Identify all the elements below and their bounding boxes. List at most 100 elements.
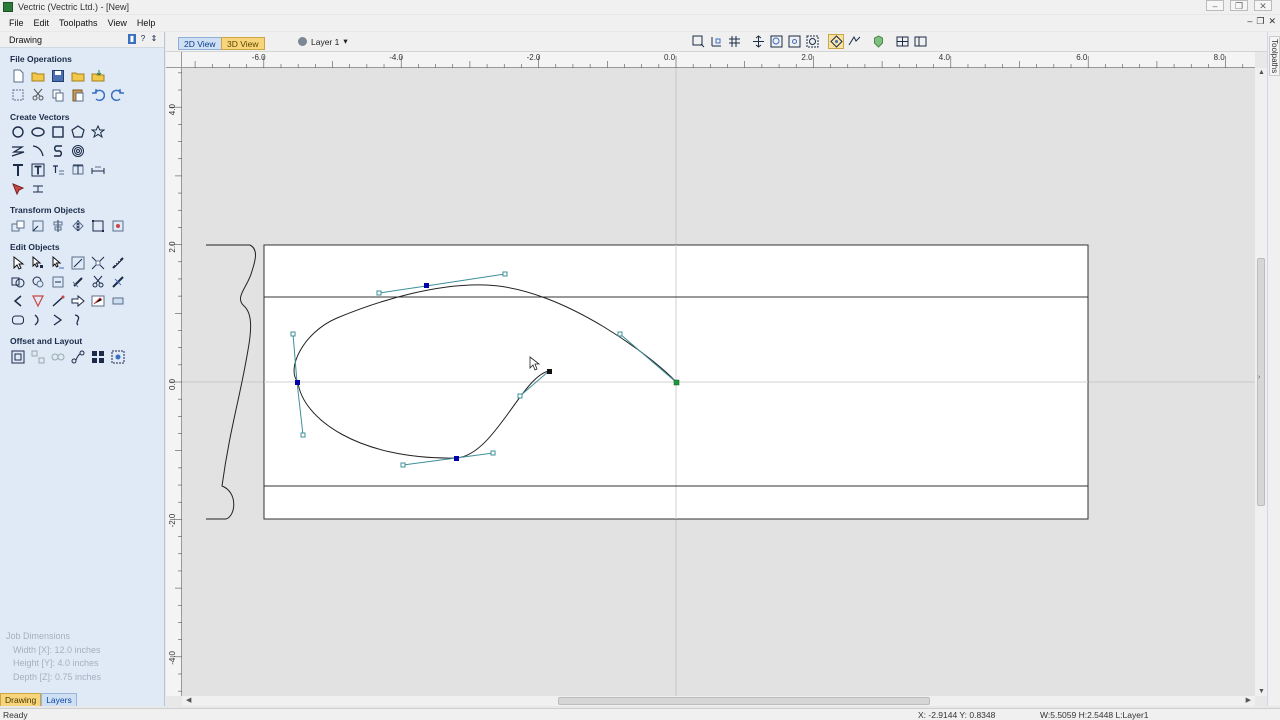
save-file-icon[interactable] [50,68,66,83]
curve-start-node[interactable] [673,379,680,386]
trim-icon[interactable] [90,255,106,270]
split-horizontal-icon[interactable] [894,34,910,49]
text-on-curve-icon[interactable] [30,162,46,177]
dimension-tool-icon[interactable] [30,181,46,196]
mdi-restore-button[interactable]: ❐ [1256,16,1264,27]
restore-button[interactable]: ❐ [1230,0,1248,11]
shaded-view-icon[interactable] [870,34,886,49]
dimension-icon[interactable] [90,162,106,177]
menu-edit[interactable]: Edit [29,18,55,28]
move-icon[interactable] [10,218,26,233]
zoom-out-icon[interactable] [786,34,802,49]
undo-icon[interactable] [90,87,106,102]
curve-node[interactable] [295,380,300,385]
zoom-in-icon[interactable] [768,34,784,49]
grid-array-icon[interactable] [90,349,106,364]
draw-vectors-toggle-icon[interactable] [828,34,844,49]
control-handle[interactable] [517,393,523,399]
size-icon[interactable] [90,218,106,233]
align-icon[interactable] [50,218,66,233]
auto-layout-text-icon[interactable] [50,162,66,177]
draw-rectangle-icon[interactable] [50,124,66,139]
new-file-icon[interactable] [10,68,26,83]
menu-file[interactable]: File [4,18,29,28]
grid-toggle-icon[interactable] [726,34,742,49]
drawing-canvas[interactable] [182,68,1255,696]
vertical-scrollbar[interactable]: ▲ › ▼ [1255,68,1267,696]
toolpaths-tab[interactable]: Toolpaths [1269,36,1280,76]
copy-icon[interactable] [50,87,66,102]
horizontal-scroll-thumb[interactable] [558,697,930,705]
text-arc-icon[interactable] [70,162,86,177]
menu-toolpaths[interactable]: Toolpaths [54,18,103,28]
control-handle[interactable] [376,290,382,296]
job-setup-icon[interactable] [10,87,26,102]
interactive-select-icon[interactable] [50,255,66,270]
mirror-icon[interactable] [70,218,86,233]
subtract-icon[interactable] [30,274,46,289]
layer-selector[interactable]: Layer 1 ▾ [298,36,348,47]
pan-icon[interactable] [750,34,766,49]
scroll-down-arrow[interactable]: ▼ [1258,688,1265,695]
zoom-all-icon[interactable] [804,34,820,49]
text-tool-icon[interactable] [10,162,26,177]
menu-help[interactable]: Help [132,18,161,28]
intersect-icon[interactable] [50,274,66,289]
zoom-box-icon[interactable] [690,34,706,49]
menu-view[interactable]: View [103,18,132,28]
draw-arc-icon[interactable] [30,143,46,158]
set-origin-icon[interactable] [110,218,126,233]
draw-bitmap-icon[interactable] [10,181,26,196]
mdi-minimize-button[interactable]: – [1247,16,1252,27]
scale-icon[interactable] [30,218,46,233]
redo-icon[interactable] [110,87,126,102]
pin-panel-button[interactable]: ▮ [128,34,136,44]
open-folder-icon[interactable] [70,68,86,83]
tab-3d-view[interactable]: 3D View [221,37,265,50]
control-handle[interactable] [617,331,623,337]
circular-array-icon[interactable] [110,349,126,364]
scissors-icon[interactable] [90,274,106,289]
copy-along-icon[interactable] [50,349,66,364]
scroll-up-arrow[interactable]: ▲ [1258,69,1265,76]
offset-icon[interactable] [10,349,26,364]
draw-curve-icon[interactable] [50,143,66,158]
control-handle[interactable] [490,450,496,456]
tab-2d-view[interactable]: 2D View [178,37,222,50]
join-icon[interactable] [70,274,86,289]
close-button[interactable]: ✕ [1254,0,1272,11]
panel-autohide-button[interactable]: ⇕ [150,34,158,44]
open-file-icon[interactable] [30,68,46,83]
select-pointer-icon[interactable] [10,255,26,270]
panel-help-button[interactable]: ? [139,34,147,44]
fillet-icon[interactable] [10,293,26,308]
draw-spiral-icon[interactable] [70,143,86,158]
cut-icon[interactable] [30,87,46,102]
curve-end-node[interactable] [547,369,552,374]
node-edit-icon[interactable] [30,255,46,270]
control-handle[interactable] [300,432,306,438]
transform-mode-icon[interactable] [70,255,86,270]
draw-circle-icon[interactable] [10,124,26,139]
curve-fit-icon[interactable] [50,312,66,327]
control-handle[interactable] [290,331,296,337]
tab-drawing[interactable]: Drawing [0,693,42,706]
measure-icon[interactable] [110,255,126,270]
scroll-left-arrow[interactable]: ◀ [186,696,191,704]
split-vertical-icon[interactable] [912,34,928,49]
curve-node[interactable] [454,456,459,461]
draw-star-icon[interactable] [90,124,106,139]
arc-fit-icon[interactable] [30,312,46,327]
control-handle[interactable] [400,462,406,468]
chamfer-icon[interactable] [30,293,46,308]
extend-icon[interactable] [50,293,66,308]
tab-layers[interactable]: Layers [41,693,77,706]
scroll-right-arrow[interactable]: ▶ [1246,696,1251,704]
array-copy-icon[interactable] [70,349,86,364]
vector-text-icon[interactable] [110,293,126,308]
close-vector-icon[interactable] [10,312,26,327]
snap-options-icon[interactable] [708,34,724,49]
mdi-close-button[interactable]: ✕ [1268,16,1276,27]
import-icon[interactable] [90,68,106,83]
nest-icon[interactable] [30,349,46,364]
